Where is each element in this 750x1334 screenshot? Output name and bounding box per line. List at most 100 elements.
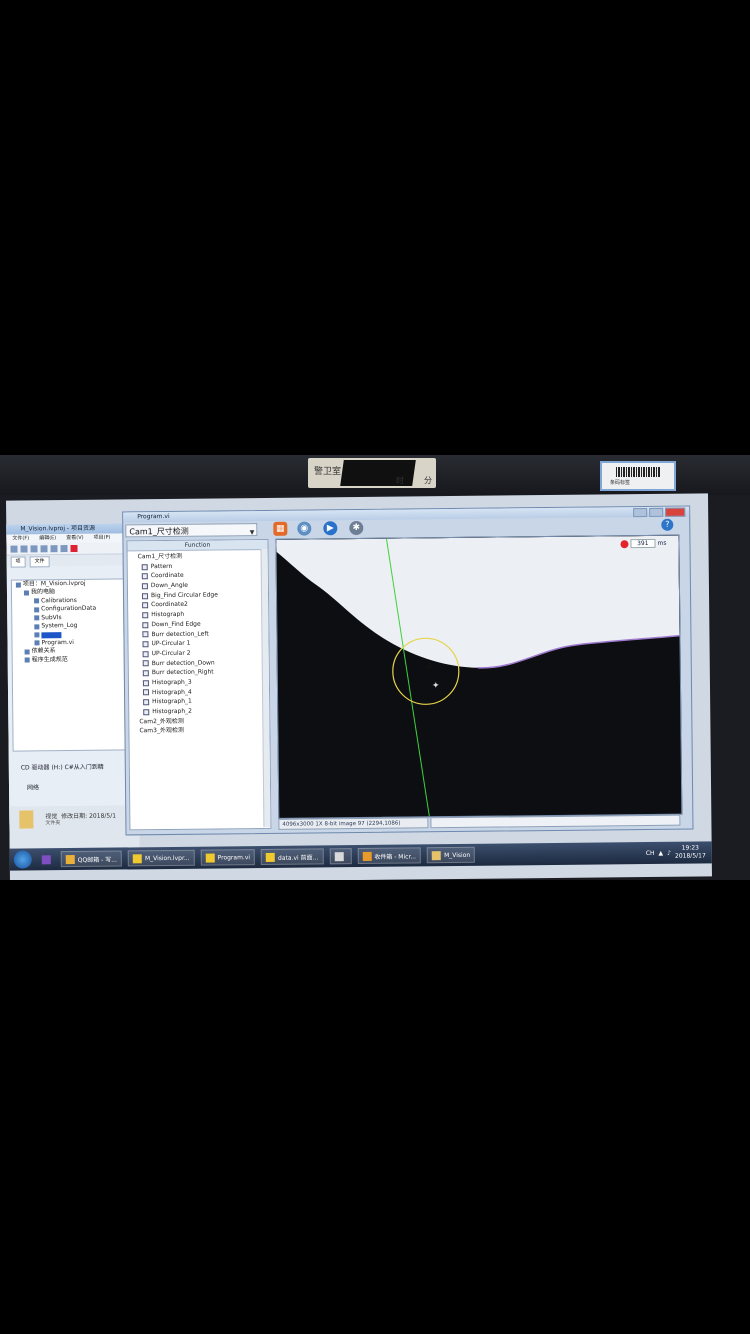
sticker-time: 时 [396,476,404,485]
cut-icon[interactable] [40,545,48,553]
function-item-label: Histograph_4 [151,688,192,696]
function-step-icon [142,679,149,687]
timing-value: 391 [630,538,656,549]
chevron-down-icon: ▼ [249,529,255,537]
tree-label: System_Log [41,621,78,630]
sticker-text: 警卫室 [314,467,342,477]
function-step-icon [142,612,149,619]
open-icon[interactable] [20,545,28,553]
network-item[interactable]: 网络 [27,782,39,791]
function-item-label: UP-Circular 1 [151,639,191,648]
function-scrollbar[interactable] [260,548,271,828]
function-step-icon [142,670,149,677]
black-tape [340,460,416,486]
function-item-label: Burr detection_Left [151,630,209,638]
maximize-button[interactable] [649,507,664,517]
menu-file[interactable]: 文件(F) [12,534,29,543]
program-titlebar[interactable]: Program.vi [123,506,690,523]
function-step-icon [142,650,149,657]
function-step-icon [141,583,148,590]
close-button[interactable] [665,507,686,517]
vi-icon [34,640,40,646]
function-item-label: Cam2_外观检测 [139,717,184,725]
menu-project[interactable]: 项目(P) [94,534,111,543]
tab-files[interactable]: 文件 [29,556,50,568]
labview-vi-icon [265,852,276,862]
settings-icon[interactable]: ✱ [349,520,364,536]
tree-label: ConfigurationData [41,604,97,613]
labview-vi-icon [205,853,215,863]
clock[interactable]: 19:23 2018/5/17 [675,844,706,860]
project-tree: 项目：M_Vision.lvproj 我的电脑 Calibrations Con… [10,578,133,752]
visual-studio-icon [41,854,51,864]
menu-edit[interactable]: 编辑(E) [39,534,56,543]
function-step-icon [142,621,149,628]
save-icon[interactable] [30,545,38,553]
function-item[interactable]: Cam3_外观检测 [129,725,269,736]
delete-icon[interactable] [70,544,78,553]
taskbar-item-label: data.vi 前面... [277,853,319,862]
taskbar-item[interactable]: QQ邮箱 - 写... [60,850,123,868]
taskbar-item[interactable]: M_Vision.lvpr... [127,849,195,867]
taskbar-item[interactable]: Program.vi [200,849,256,866]
taskbar-item[interactable]: data.vi 前面... [260,848,324,866]
run-icon[interactable]: ▶ [323,521,338,536]
bright-region [276,535,680,668]
function-item-label: Down_Angle [150,581,189,590]
chrome-icon [65,854,75,864]
new-icon[interactable] [10,545,18,553]
function-item-label: Histograph_3 [151,678,192,687]
computer-icon [23,590,30,596]
menu-view[interactable]: 查看(V) [66,534,83,543]
selection-highlight [41,631,62,638]
clock-date: 2018/5/17 [674,852,706,860]
volume-icon[interactable]: ♪ [667,849,671,856]
function-item-label: Cam3_外观检测 [139,727,185,735]
copy-icon[interactable] [50,545,58,553]
crosshair-marker: ✦ [432,681,440,691]
dependencies-icon [24,649,30,655]
program-window: Program.vi Cam1_尺寸检测 ▼ ▦ ◉ ▶ ✱ ? Functio… [122,505,694,836]
image-icon[interactable]: ▦ [273,521,288,536]
taskbar-item[interactable] [329,848,352,865]
help-icon[interactable]: ? [661,518,674,531]
function-item-label: Big_Find Circular Edge [150,591,218,599]
barcode-text: 条码标签 [610,480,631,486]
function-step-icon [141,592,149,599]
function-item-label: Down_Find Edge [151,620,201,628]
system-tray: CH ▲ ♪ 19:23 2018/5/17 [646,844,712,861]
taskbar-item-label: 收件箱 - Micr... [374,852,417,861]
function-item-label: Burr detection_Right [151,668,214,677]
timing-readout: 391 ms [620,538,667,549]
app-icon [334,851,344,861]
tree-node-icon [133,729,136,735]
folder-icon [34,623,40,630]
minimize-button[interactable] [633,507,648,518]
function-item-label: Coordinate [150,572,184,580]
start-button[interactable] [13,850,32,869]
camera-dropdown[interactable]: Cam1_尺寸检测 ▼ [125,523,258,538]
function-list: Cam1_尺寸检测 Pattern Coordinate Down_Angle Big_… [128,550,270,737]
paste-icon[interactable] [60,545,68,553]
taskbar-item-label: Program.vi [217,853,251,861]
camera-icon[interactable]: ◉ [297,521,312,536]
tree-node-icon [132,554,135,560]
taskbar-item-visual-studio[interactable] [38,851,55,867]
function-step-icon [143,699,150,706]
function-item-label: Pattern [150,562,173,570]
image-viewer[interactable]: ✦ 391 ms [275,534,683,819]
taskbar-item[interactable]: 收件箱 - Micr... [357,847,422,865]
tab-items[interactable]: 项 [10,556,26,568]
folder-icon [34,607,40,613]
language-indicator[interactable]: CH [646,849,655,856]
function-item-label: Histograph_1 [152,698,192,706]
folder-icon [34,615,40,621]
folder-icon [432,850,442,860]
function-panel: Function Cam1_尺寸检测 Pattern Coordinate Down_… [126,538,272,831]
tree-item-build-specs[interactable]: 程序生成规范 [13,655,131,665]
taskbar-item[interactable]: M_Vision [426,846,476,864]
drive-item[interactable]: CD 驱动器 (H:) C#从入门到精 [21,762,104,772]
status-indicator [620,539,629,548]
function-item-label: Histograph_2 [152,707,192,716]
network-icon[interactable]: ▲ [658,849,663,856]
